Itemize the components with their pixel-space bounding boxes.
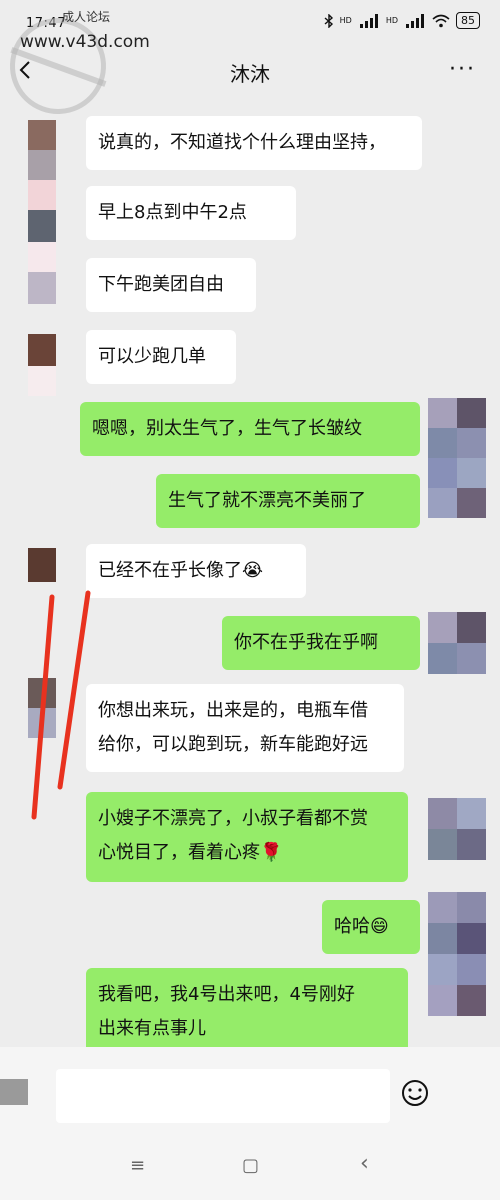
message-text-line: 心悦目了，看着心疼🌹	[98, 842, 283, 863]
message-input[interactable]	[56, 1069, 390, 1123]
signal-icon-2	[404, 13, 426, 28]
message-bubble-sent[interactable]: 嗯嗯，别太生气了，生气了长皱纹	[80, 402, 420, 456]
emoji-icon[interactable]	[400, 1077, 430, 1109]
battery-indicator: 85	[456, 12, 480, 29]
message-bubble-sent[interactable]: 小嫂子不漂亮了，小叔子看都不赏 心悦目了，看着心疼🌹	[86, 792, 408, 882]
message-text-line: 小嫂子不漂亮了，小叔子看都不赏	[98, 808, 368, 829]
message-bubble-received[interactable]: 早上8点到中午2点	[86, 186, 296, 240]
message-text-line: 给你，可以跑到玩，新车能跑好远	[98, 734, 368, 755]
avatar[interactable]	[28, 678, 84, 738]
message-bubble-received[interactable]: 下午跑美团自由	[86, 258, 256, 312]
avatar[interactable]	[28, 548, 84, 582]
avatar[interactable]	[28, 180, 84, 242]
status-icons: HD HD 85	[324, 12, 480, 29]
system-navigation-bar: ≡ ▢ ‹	[0, 1135, 500, 1200]
signal-hd-label-1: HD	[339, 16, 352, 25]
menu-button[interactable]: ≡	[130, 1155, 145, 1176]
wifi-icon	[432, 14, 450, 27]
message-text: 可以少跑几单	[98, 346, 206, 367]
message-text: 已经不在乎长像了😭	[98, 560, 264, 581]
message-text: 早上8点到中午2点	[98, 202, 247, 223]
message-bubble-received[interactable]: 说真的，不知道找个什么理由坚持，	[86, 116, 422, 170]
message-text: 下午跑美团自由	[98, 274, 224, 295]
message-bubble-sent[interactable]: 生气了就不漂亮不美丽了	[156, 474, 420, 528]
my-avatar[interactable]	[428, 398, 486, 518]
signal-hd-label-2: HD	[385, 16, 398, 25]
signal-icon	[358, 13, 380, 28]
message-text-line: 你想出来玩，出来是的，电瓶车借	[98, 700, 368, 721]
my-avatar[interactable]	[428, 798, 486, 860]
input-bar	[0, 1047, 500, 1135]
chat-title: 沐沐	[230, 62, 270, 86]
message-text: 嗯嗯，别太生气了，生气了长皱纹	[92, 418, 362, 439]
message-text-line: 我看吧，我4号出来吧，4号刚好	[98, 984, 355, 1005]
message-text-line: 出来有点事儿	[98, 1018, 206, 1039]
message-bubble-sent[interactable]: 你不在乎我在乎啊	[222, 616, 420, 670]
avatar[interactable]	[28, 120, 84, 180]
message-bubble-received[interactable]: 已经不在乎长像了😭	[86, 544, 306, 598]
message-text: 你不在乎我在乎啊	[234, 632, 378, 653]
watermark-site-name: 成人论坛	[62, 10, 111, 24]
message-text: 说真的，不知道找个什么理由坚持，	[98, 132, 386, 153]
bluetooth-icon	[324, 13, 333, 28]
message-bubble-sent[interactable]: 哈哈😄	[322, 900, 420, 954]
voice-toggle-button[interactable]	[0, 1079, 28, 1105]
avatar[interactable]	[28, 242, 84, 304]
message-text: 哈哈😄	[334, 916, 389, 937]
my-avatar[interactable]	[428, 612, 486, 674]
back-button[interactable]: ‹	[360, 1151, 369, 1176]
message-bubble-received[interactable]: 你想出来玩，出来是的，电瓶车借 给你，可以跑到玩，新车能跑好远	[86, 684, 404, 772]
home-button[interactable]: ▢	[242, 1155, 259, 1176]
message-list[interactable]: 说真的，不知道找个什么理由坚持， 早上8点到中午2点 下午跑美团自由 可以少跑几…	[0, 102, 500, 1047]
my-avatar[interactable]	[428, 892, 486, 1016]
message-bubble-received[interactable]: 可以少跑几单	[86, 330, 236, 384]
message-bubble-sent[interactable]: 我看吧，我4号出来吧，4号刚好 出来有点事儿	[86, 968, 408, 1047]
message-text: 生气了就不漂亮不美丽了	[168, 490, 366, 511]
more-icon[interactable]: ···	[449, 59, 476, 81]
avatar[interactable]	[28, 334, 84, 396]
chat-header: 沐沐 ···	[0, 44, 500, 102]
chat-screen: 17:47 HD HD 85 成人论坛 www.v43d.com 沐沐 ··· …	[0, 0, 500, 1200]
